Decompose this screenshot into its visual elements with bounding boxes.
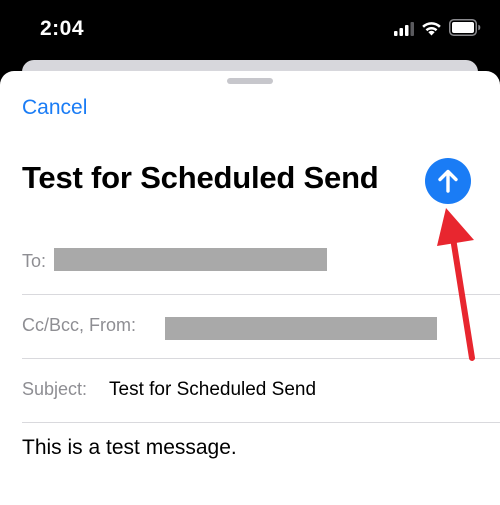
cc-from-field[interactable]: Cc/Bcc, From: [22, 294, 500, 359]
cc-from-label: Cc/Bcc, From: [22, 315, 137, 335]
subject-field[interactable]: Subject: Test for Scheduled Send [22, 358, 500, 423]
message-body[interactable]: This is a test message. [22, 436, 237, 460]
compose-title: Test for Scheduled Send [22, 160, 379, 195]
wifi-icon [422, 22, 441, 36]
to-field[interactable]: To: [22, 231, 500, 295]
send-button[interactable] [425, 158, 471, 204]
subject-value[interactable]: Test for Scheduled Send [109, 379, 316, 401]
compose-sheet: Cancel Test for Scheduled Send To: Cc/Bc… [0, 71, 500, 505]
subject-label: Subject: [22, 379, 88, 399]
cancel-button[interactable]: Cancel [22, 96, 87, 120]
arrow-up-icon [438, 169, 458, 193]
sheet-grabber[interactable] [227, 78, 273, 84]
to-recipient-redacted [54, 248, 327, 271]
signal-icon [394, 22, 414, 36]
from-address-redacted [165, 317, 437, 340]
status-time: 2:04 [40, 17, 85, 40]
battery-icon [449, 19, 481, 36]
to-label: To: [22, 251, 47, 271]
status-bar: 2:04 [0, 0, 500, 62]
